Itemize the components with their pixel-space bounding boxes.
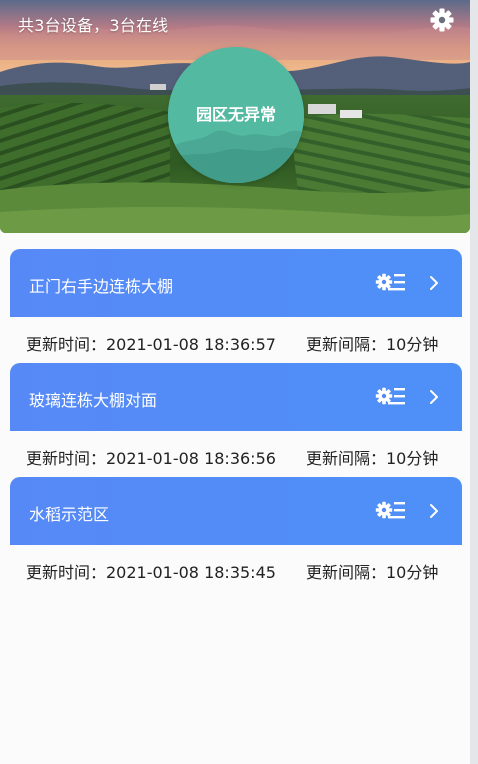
- app-screen: 共3台设备，3台在线 园区无异常 正门右手边连栋大棚 更新时间：2021-01-…: [0, 0, 470, 764]
- open-device-button[interactable]: [426, 501, 442, 521]
- device-name: 水稻示范区: [29, 505, 110, 524]
- device-card[interactable]: 水稻示范区: [10, 477, 462, 545]
- device-settings-button[interactable]: [374, 497, 406, 525]
- device-card[interactable]: 玻璃连栋大棚对面: [10, 363, 462, 431]
- settings-list-icon: [375, 501, 405, 519]
- device-summary: 共3台设备，3台在线: [18, 16, 169, 35]
- update-interval: 更新间隔：10分钟: [306, 563, 439, 582]
- settings-list-icon: [375, 273, 405, 291]
- device-name: 正门右手边连栋大棚: [29, 277, 174, 296]
- park-status-indicator: 园区无异常: [168, 47, 304, 183]
- device-settings-button[interactable]: [374, 269, 406, 297]
- settings-list-icon: [375, 387, 405, 405]
- device-card[interactable]: 正门右手边连栋大棚: [10, 249, 462, 317]
- chevron-right-icon: [430, 504, 438, 518]
- hero-banner: 共3台设备，3台在线 园区无异常: [0, 0, 470, 233]
- device-update-info: 更新时间：2021-01-08 18:36:56 更新间隔：10分钟: [26, 445, 466, 469]
- status-text: 园区无异常: [195, 105, 276, 124]
- screen-edge: [470, 0, 478, 764]
- chevron-right-icon: [430, 390, 438, 404]
- update-interval: 更新间隔：10分钟: [306, 449, 439, 468]
- device-name: 玻璃连栋大棚对面: [29, 391, 158, 410]
- settings-button[interactable]: [428, 6, 456, 34]
- open-device-button[interactable]: [426, 387, 442, 407]
- device-update-info: 更新时间：2021-01-08 18:36:57 更新间隔：10分钟: [26, 331, 466, 355]
- gear-icon: [430, 8, 454, 32]
- open-device-button[interactable]: [426, 273, 442, 293]
- update-time: 更新时间：2021-01-08 18:35:45: [26, 563, 276, 582]
- update-time: 更新时间：2021-01-08 18:36:57: [26, 335, 276, 354]
- device-settings-button[interactable]: [374, 383, 406, 411]
- device-update-info: 更新时间：2021-01-08 18:35:45 更新间隔：10分钟: [26, 559, 466, 583]
- update-time: 更新时间：2021-01-08 18:36:56: [26, 449, 276, 468]
- update-interval: 更新间隔：10分钟: [306, 335, 439, 354]
- chevron-right-icon: [430, 276, 438, 290]
